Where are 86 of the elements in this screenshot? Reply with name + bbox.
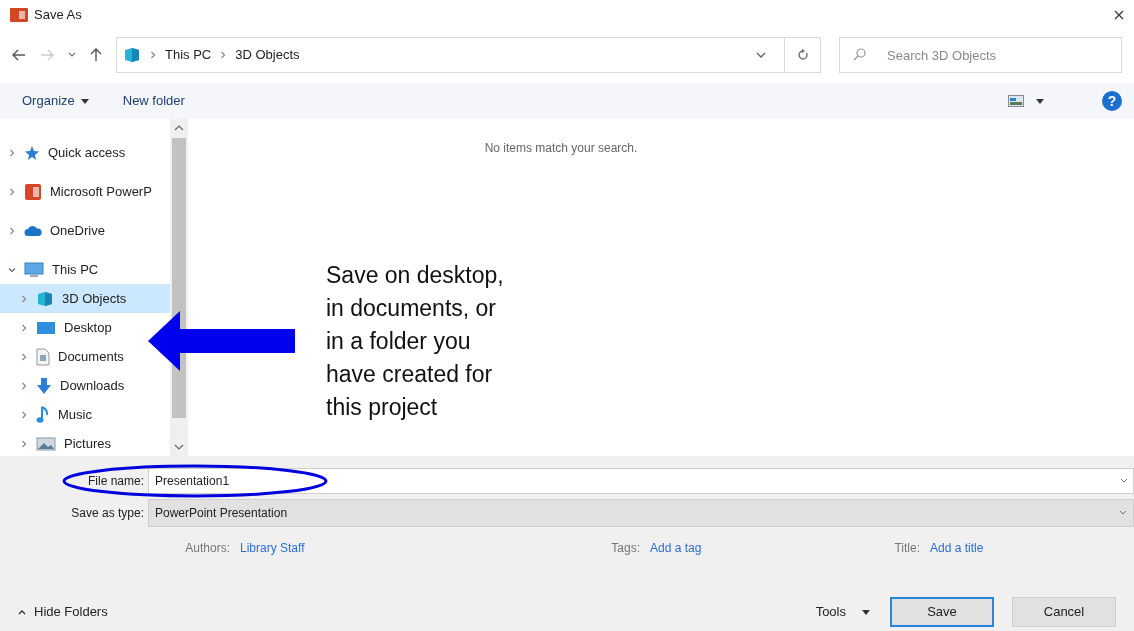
chevron-right-icon[interactable]: [8, 148, 16, 157]
breadcrumb-item[interactable]: 3D Objects: [235, 45, 300, 65]
metadata-label: Tags:: [611, 540, 640, 557]
address-bar[interactable]: This PC 3D Objects: [116, 37, 821, 73]
search-icon: [853, 48, 866, 61]
metadata-label: Title:: [894, 540, 920, 557]
search-field[interactable]: Search 3D Objects: [839, 37, 1122, 73]
organize-button[interactable]: Organize: [22, 91, 89, 111]
app-icon: [10, 8, 28, 22]
nav-item[interactable]: This PC: [0, 255, 103, 284]
nav-label: Downloads: [60, 376, 125, 395]
picture-icon: [36, 436, 56, 451]
nav-label: Music: [58, 405, 92, 424]
chevron-right-icon[interactable]: [8, 226, 16, 235]
monitor-icon: [36, 320, 56, 335]
chevron-right-icon[interactable]: [20, 381, 28, 390]
chevron-right-icon[interactable]: [8, 187, 16, 196]
music-note-icon: [36, 405, 50, 424]
scroll-up-icon[interactable]: [174, 124, 184, 132]
cancel-button[interactable]: Cancel: [1012, 597, 1116, 627]
nav-label: Quick access: [48, 143, 126, 162]
nav-item[interactable]: OneDrive: [0, 216, 109, 245]
nav-label: Desktop: [64, 318, 112, 337]
chevron-down-icon[interactable]: [68, 52, 76, 58]
chevron-right-icon[interactable]: [20, 410, 28, 419]
scroll-down-icon[interactable]: [174, 443, 184, 451]
nav-item[interactable]: Quick access: [0, 138, 130, 167]
chevron-right-icon[interactable]: [20, 323, 28, 332]
chevron-right-icon[interactable]: [219, 51, 228, 59]
back-arrow-icon[interactable]: [12, 49, 26, 61]
window-title: Save As: [34, 6, 82, 25]
chevron-up-icon: [18, 609, 26, 615]
metadata-link[interactable]: Add a tag: [650, 539, 730, 557]
annotation-note: Save on desktop, in documents, or in a folder you have created for this project: [326, 261, 504, 422]
nav-item[interactable]: Music: [0, 400, 96, 429]
view-button[interactable]: [1008, 95, 1044, 107]
nav-label: This PC: [52, 260, 99, 279]
field-label: Save as type:: [70, 505, 145, 522]
metadata-link[interactable]: Add a title: [930, 539, 1010, 557]
forward-arrow-icon[interactable]: [40, 49, 54, 61]
hide-folders-button[interactable]: Hide Folders: [18, 602, 108, 622]
field-label: File name:: [86, 473, 145, 490]
empty-message: No items match your search.: [484, 140, 638, 157]
nav-label: OneDrive: [50, 221, 105, 240]
help-button[interactable]: ?: [1102, 91, 1122, 111]
tools-button[interactable]: Tools: [815, 602, 870, 622]
chevron-right-icon[interactable]: [149, 51, 157, 59]
caret-icon: [1036, 98, 1044, 104]
chevron-down-icon[interactable]: [1120, 478, 1128, 484]
file-name-field[interactable]: Presentation1: [148, 468, 1134, 494]
document-icon: [36, 347, 50, 366]
nav-item[interactable]: Microsoft PowerP: [0, 177, 156, 206]
monitor-icon: [24, 261, 44, 278]
breadcrumb-item[interactable]: This PC: [165, 45, 212, 65]
chevron-down-icon: [1119, 510, 1127, 516]
close-icon[interactable]: [1114, 10, 1124, 20]
chevron-right-icon[interactable]: [20, 294, 28, 303]
nav-item[interactable]: Pictures: [0, 429, 115, 456]
cloud-icon: [24, 224, 42, 237]
nav-item[interactable]: Documents: [0, 342, 128, 371]
chevron-down-icon[interactable]: [756, 51, 766, 59]
metadata-label: Authors:: [185, 540, 230, 557]
metadata-link[interactable]: Library Staff: [240, 539, 420, 557]
caret-icon: [862, 609, 870, 615]
chevron-right-icon[interactable]: [20, 439, 28, 448]
pin-icon: [24, 144, 40, 161]
caret-icon: [80, 98, 89, 104]
file-type-dropdown[interactable]: PowerPoint Presentation: [148, 499, 1134, 527]
nav-label: Documents: [58, 347, 124, 366]
refresh-icon: [796, 49, 809, 61]
new-folder-button[interactable]: New folder: [122, 91, 185, 111]
nav-item[interactable]: 3D Objects: [0, 284, 170, 313]
chevron-right-icon[interactable]: [20, 352, 28, 361]
cube-icon: [123, 46, 141, 64]
chevron-down-icon[interactable]: [8, 265, 16, 274]
cube-icon: [36, 289, 54, 308]
nav-label: Microsoft PowerP: [50, 182, 152, 201]
nav-label: Pictures: [64, 434, 111, 453]
save-button[interactable]: Save: [890, 597, 994, 627]
nav-item[interactable]: Desktop: [0, 313, 116, 342]
app-icon: [24, 182, 42, 201]
up-arrow-icon[interactable]: [90, 48, 102, 62]
download-arrow-icon: [36, 376, 52, 395]
nav-item[interactable]: Downloads: [0, 371, 129, 400]
picture-icon: [1008, 95, 1024, 107]
nav-label: 3D Objects: [62, 289, 127, 308]
